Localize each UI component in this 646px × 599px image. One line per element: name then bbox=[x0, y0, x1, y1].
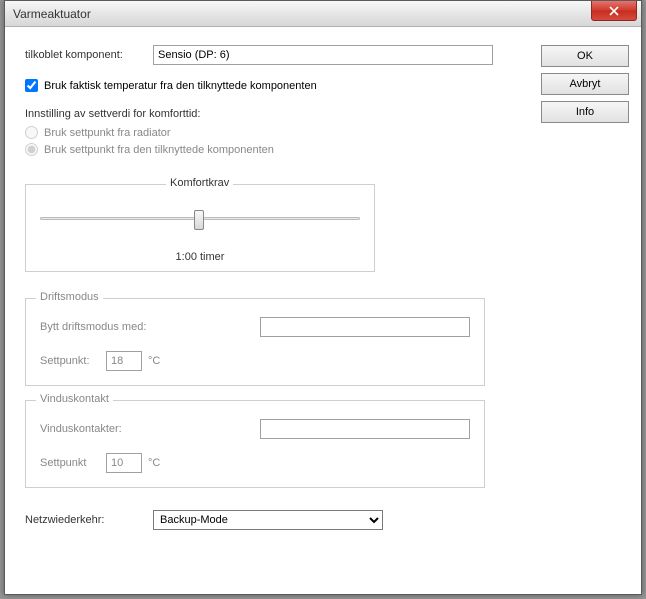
netzwiederkehr-select[interactable]: Backup-Mode bbox=[153, 510, 383, 530]
komfortkrav-fieldset: Komfortkrav 1:00 timer bbox=[25, 184, 375, 272]
ok-button[interactable]: OK bbox=[541, 45, 629, 67]
vinduskontakt-legend: Vinduskontakt bbox=[36, 393, 113, 405]
use-actual-temp-row: Bruk faktisk temperatur fra den tilknytt… bbox=[25, 79, 621, 92]
radio-component-label: Bruk settpunkt fra den tilknyttede kompo… bbox=[44, 144, 274, 156]
driftsmodus-unit: °C bbox=[148, 355, 160, 367]
vinduskontakt-setpoint-input bbox=[106, 453, 142, 473]
driftsmodus-setpoint-label: Settpunkt: bbox=[40, 355, 106, 367]
radio-radiator-row: Bruk settpunkt fra radiator bbox=[25, 126, 621, 139]
komfortkrav-value: 1:00 timer bbox=[40, 251, 360, 263]
vinduskontakt-contacts-label: Vinduskontakter: bbox=[40, 423, 260, 435]
info-button[interactable]: Info bbox=[541, 101, 629, 123]
use-actual-temp-label: Bruk faktisk temperatur fra den tilknytt… bbox=[44, 80, 317, 92]
netzwiederkehr-row: Netzwiederkehr: Backup-Mode bbox=[25, 510, 621, 530]
connected-component-input[interactable] bbox=[153, 45, 493, 65]
driftsmodus-switch-input bbox=[260, 317, 470, 337]
driftsmodus-setpoint-input bbox=[106, 351, 142, 371]
vinduskontakt-contacts-row: Vinduskontakter: bbox=[40, 419, 470, 439]
vinduskontakt-unit: °C bbox=[148, 457, 160, 469]
komfortkrav-slider[interactable] bbox=[40, 207, 360, 231]
komfortkrav-legend: Komfortkrav bbox=[166, 177, 233, 189]
radio-radiator-label: Bruk settpunkt fra radiator bbox=[44, 127, 171, 139]
cancel-button[interactable]: Avbryt bbox=[541, 73, 629, 95]
vinduskontakt-setpoint-label: Settpunkt bbox=[40, 457, 106, 469]
netzwiederkehr-label: Netzwiederkehr: bbox=[25, 514, 153, 526]
window-title: Varmeaktuator bbox=[13, 7, 91, 21]
radio-component[interactable] bbox=[25, 143, 38, 156]
connected-component-label: tilkoblet komponent: bbox=[25, 49, 153, 61]
setpoint-section-label: Innstilling av settverdi for komforttid: bbox=[25, 108, 621, 120]
vinduskontakt-fieldset: Vinduskontakt Vinduskontakter: Settpunkt… bbox=[25, 400, 485, 488]
dialog-window: Varmeaktuator OK Avbryt Info tilkoblet k… bbox=[4, 0, 642, 595]
close-icon bbox=[609, 6, 619, 16]
driftsmodus-switch-label: Bytt driftsmodus med: bbox=[40, 321, 260, 333]
driftsmodus-setpoint-row: Settpunkt: °C bbox=[40, 351, 470, 371]
slider-thumb[interactable] bbox=[194, 210, 204, 230]
radio-radiator[interactable] bbox=[25, 126, 38, 139]
connected-component-row: tilkoblet komponent: bbox=[25, 45, 621, 65]
driftsmodus-fieldset: Driftsmodus Bytt driftsmodus med: Settpu… bbox=[25, 298, 485, 386]
vinduskontakt-contacts-input bbox=[260, 419, 470, 439]
use-actual-temp-checkbox[interactable] bbox=[25, 79, 38, 92]
client-area: OK Avbryt Info tilkoblet komponent: Bruk… bbox=[5, 27, 641, 558]
radio-component-row: Bruk settpunkt fra den tilknyttede kompo… bbox=[25, 143, 621, 156]
driftsmodus-legend: Driftsmodus bbox=[36, 291, 103, 303]
vinduskontakt-setpoint-row: Settpunkt °C bbox=[40, 453, 470, 473]
driftsmodus-switch-row: Bytt driftsmodus med: bbox=[40, 317, 470, 337]
dialog-buttons: OK Avbryt Info bbox=[541, 45, 629, 123]
titlebar: Varmeaktuator bbox=[5, 1, 641, 27]
close-button[interactable] bbox=[591, 1, 637, 21]
